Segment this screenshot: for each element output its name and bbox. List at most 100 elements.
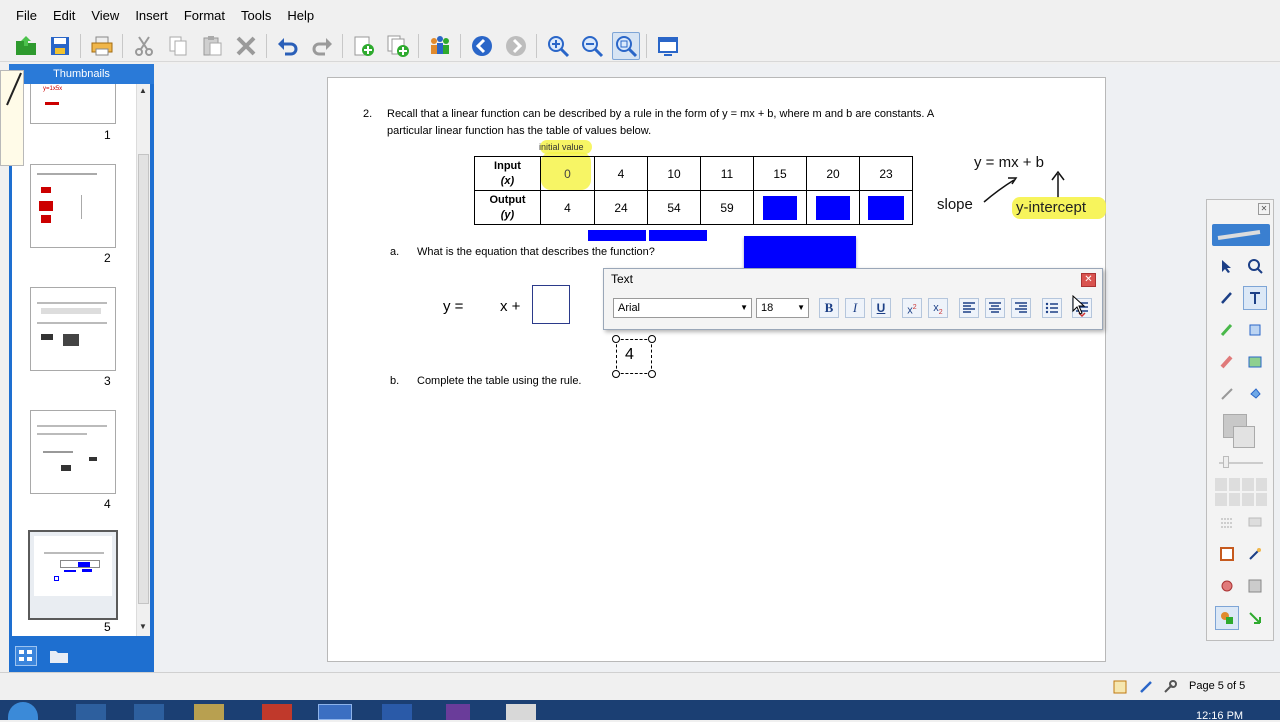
table-cell-covered[interactable]	[859, 190, 913, 225]
capture-icon[interactable]	[1215, 542, 1239, 566]
paste-icon[interactable]	[198, 32, 226, 60]
highlighter-icon[interactable]	[1215, 318, 1239, 342]
print-icon[interactable]	[88, 32, 116, 60]
thumbnail-page-1[interactable]: y=1x5x	[30, 84, 116, 124]
cut-icon[interactable]	[130, 32, 158, 60]
resize-handle[interactable]	[648, 370, 656, 378]
taskbar-app-icon[interactable]	[318, 704, 352, 720]
resize-handle[interactable]	[612, 335, 620, 343]
pages-icon[interactable]	[1112, 679, 1128, 700]
close-icon[interactable]: ✕	[1258, 203, 1270, 215]
bullet-list-icon[interactable]	[1042, 298, 1062, 318]
delete-icon[interactable]	[232, 32, 260, 60]
shape-tool-icon[interactable]	[1243, 318, 1267, 342]
pen-status-icon[interactable]	[1138, 679, 1154, 700]
zoom-tool-icon[interactable]	[1243, 254, 1267, 278]
word-icon[interactable]	[382, 704, 412, 720]
superscript-icon[interactable]: x2	[902, 298, 922, 318]
settings-icon[interactable]	[1162, 679, 1178, 700]
menu-insert[interactable]: Insert	[127, 0, 176, 30]
table-cell-covered[interactable]	[753, 190, 807, 225]
thumbnails-view-icon[interactable]	[15, 646, 37, 666]
selected-text-object[interactable]: 4	[612, 335, 656, 378]
taskbar-app-icon[interactable]	[134, 704, 164, 720]
pen-preview-icon[interactable]	[1212, 224, 1270, 246]
image-tool-icon[interactable]	[1243, 350, 1267, 374]
menu-format[interactable]: Format	[176, 0, 233, 30]
transparency-icon[interactable]	[1243, 510, 1267, 534]
forward-icon[interactable]	[502, 32, 530, 60]
chevron-down-icon[interactable]: ▼	[740, 303, 748, 312]
align-right-icon[interactable]	[1011, 298, 1031, 318]
taskbar-app-icon[interactable]	[262, 704, 292, 720]
line-tool-icon[interactable]	[1215, 382, 1239, 406]
text-tool-icon[interactable]	[1243, 286, 1267, 310]
italic-icon[interactable]: I	[845, 298, 865, 318]
answer-box[interactable]	[532, 285, 570, 324]
zoom-in-icon[interactable]	[544, 32, 572, 60]
save-icon[interactable]	[46, 32, 74, 60]
screen-shade-icon[interactable]	[1243, 574, 1267, 598]
back-icon[interactable]	[468, 32, 496, 60]
open-icon[interactable]	[12, 32, 40, 60]
blue-cover-box[interactable]	[763, 195, 797, 220]
select-arrow-icon[interactable]	[1215, 254, 1239, 278]
thumbnail-page-3[interactable]	[30, 287, 116, 371]
menu-help[interactable]: Help	[279, 0, 322, 30]
bold-icon[interactable]: B	[819, 298, 839, 318]
align-left-icon[interactable]	[959, 298, 979, 318]
folder-icon[interactable]	[49, 648, 69, 669]
fill-tool-icon[interactable]	[1243, 382, 1267, 406]
close-icon[interactable]: ✕	[1081, 273, 1096, 287]
notebook-page[interactable]: 2. Recall that a linear function can be …	[327, 77, 1106, 662]
align-center-icon[interactable]	[985, 298, 1005, 318]
new-page-icon[interactable]	[350, 32, 378, 60]
blue-cover-box-large[interactable]	[744, 236, 856, 268]
thumbnail-page-5[interactable]	[28, 530, 118, 620]
duplicate-page-icon[interactable]	[384, 32, 412, 60]
blue-cover-box[interactable]	[588, 230, 646, 241]
font-select[interactable]: Arial ▼	[613, 298, 752, 318]
menu-tools[interactable]: Tools	[233, 0, 279, 30]
scroll-down-icon[interactable]: ▼	[139, 622, 147, 631]
magic-pen-icon[interactable]	[1243, 542, 1267, 566]
line-style-icon[interactable]	[1215, 510, 1239, 534]
taskbar-app-icon[interactable]	[506, 704, 536, 720]
move-icon[interactable]	[1243, 606, 1267, 630]
thumbnail-page-2[interactable]	[30, 164, 116, 248]
taskbar-app-icon[interactable]	[446, 704, 470, 720]
zoom-out-icon[interactable]	[578, 32, 606, 60]
browser-icon[interactable]	[76, 704, 106, 720]
copy-icon[interactable]	[164, 32, 192, 60]
spotlight-icon[interactable]	[1215, 574, 1239, 598]
blue-cover-box[interactable]	[816, 195, 850, 220]
blue-cover-box[interactable]	[649, 230, 707, 241]
folder-icon[interactable]	[194, 704, 224, 720]
redo-icon[interactable]	[308, 32, 336, 60]
size-select[interactable]: 18 ▼	[756, 298, 809, 318]
chevron-down-icon[interactable]: ▼	[797, 303, 805, 312]
zoom-fit-icon[interactable]	[612, 32, 640, 60]
eraser-icon[interactable]	[1215, 350, 1239, 374]
scroll-up-icon[interactable]: ▲	[139, 86, 147, 95]
undo-icon[interactable]	[274, 32, 302, 60]
screen-icon[interactable]	[654, 32, 682, 60]
thumbnail-page-4[interactable]	[30, 410, 116, 494]
underline-icon[interactable]: U	[871, 298, 891, 318]
menu-file[interactable]: File	[8, 0, 45, 30]
resize-handle[interactable]	[612, 370, 620, 378]
start-button-icon[interactable]	[8, 702, 38, 720]
subscript-icon[interactable]: x2	[928, 298, 948, 318]
properties-icon[interactable]	[1215, 606, 1239, 630]
blue-cover-box[interactable]	[868, 195, 904, 220]
table-cell-covered[interactable]	[806, 190, 860, 225]
thumbnail-scrollbar[interactable]: ▲ ▼	[136, 84, 150, 636]
menu-view[interactable]: View	[83, 0, 127, 30]
color-swatch[interactable]	[1233, 426, 1255, 448]
scrollbar-thumb[interactable]	[138, 154, 149, 604]
slider-handle[interactable]	[1223, 456, 1229, 468]
share-icon[interactable]	[426, 32, 454, 60]
style-grid[interactable]	[1215, 478, 1267, 506]
menu-edit[interactable]: Edit	[45, 0, 83, 30]
resize-handle[interactable]	[648, 335, 656, 343]
